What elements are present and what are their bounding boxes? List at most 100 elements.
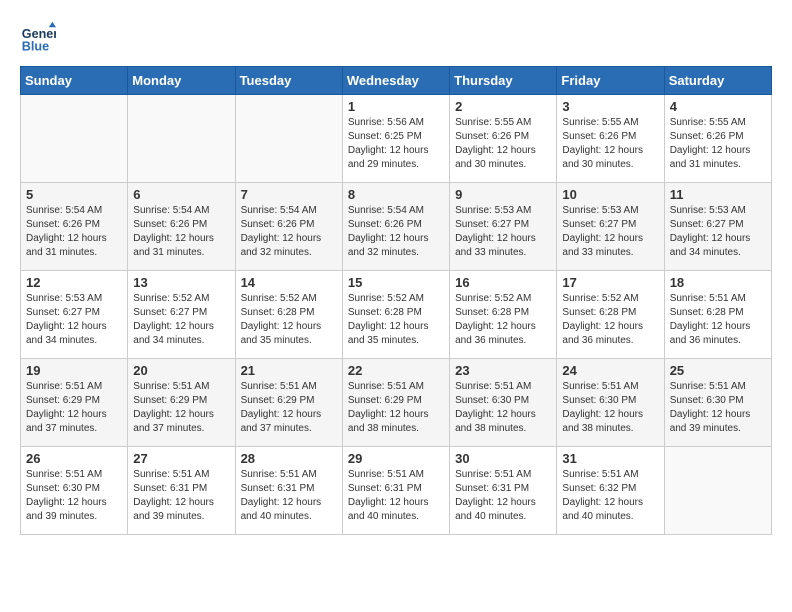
weekday-header-row: SundayMondayTuesdayWednesdayThursdayFrid… <box>21 67 772 95</box>
day-info: Sunrise: 5:51 AM Sunset: 6:32 PM Dayligh… <box>562 468 658 524</box>
day-info: Sunrise: 5:54 AM Sunset: 6:26 PM Dayligh… <box>241 204 337 260</box>
day-info: Sunrise: 5:54 AM Sunset: 6:26 PM Dayligh… <box>133 204 229 260</box>
day-number: 15 <box>348 275 444 290</box>
weekday-header-monday: Monday <box>128 67 235 95</box>
calendar-cell: 9Sunrise: 5:53 AM Sunset: 6:27 PM Daylig… <box>450 183 557 271</box>
day-number: 10 <box>562 187 658 202</box>
calendar-cell: 11Sunrise: 5:53 AM Sunset: 6:27 PM Dayli… <box>664 183 771 271</box>
day-number: 13 <box>133 275 229 290</box>
calendar-cell <box>21 95 128 183</box>
calendar-cell: 5 Sunrise: 5:54 AM Sunset: 6:26 PM Daylig… <box>21 183 128 271</box>
calendar-cell: 28 Sunrise: 5:51 AM Sunset: 6:31 PM Dayli… <box>235 447 342 535</box>
day-info: Sunrise: 5:51 AM Sunset: 6:29 PM Dayligh… <box>133 380 229 436</box>
day-info: Sunrise: 5:51 AM Sunset: 6:30 PM Dayligh… <box>26 468 122 524</box>
day-number: 28 <box>241 451 337 466</box>
calendar-cell: 7 Sunrise: 5:54 AM Sunset: 6:26 PM Daylig… <box>235 183 342 271</box>
calendar-cell: 16 Sunrise: 5:52 AM Sunset: 6:28 PM Dayli… <box>450 271 557 359</box>
day-info: Sunrise: 5:51 AM Sunset: 6:29 PM Dayligh… <box>348 380 444 436</box>
calendar-cell: 24 Sunrise: 5:51 AM Sunset: 6:30 PM Dayli… <box>557 359 664 447</box>
calendar-cell: 23 Sunrise: 5:51 AM Sunset: 6:30 PM Dayli… <box>450 359 557 447</box>
day-number: 27 <box>133 451 229 466</box>
calendar-cell <box>664 447 771 535</box>
day-info: Sunrise: 5:52 AM Sunset: 6:28 PM Dayligh… <box>348 292 444 348</box>
day-number: 5 <box>26 187 122 202</box>
day-number: 16 <box>455 275 551 290</box>
day-number: 22 <box>348 363 444 378</box>
weekday-header-saturday: Saturday <box>664 67 771 95</box>
calendar-cell: 8 Sunrise: 5:54 AM Sunset: 6:26 PM Daylig… <box>342 183 449 271</box>
day-number: 7 <box>241 187 337 202</box>
day-info: Sunrise: 5:53 AM Sunset: 6:27 PM Dayligh… <box>562 204 658 260</box>
calendar-cell: 21Sunrise: 5:51 AM Sunset: 6:29 PM Dayli… <box>235 359 342 447</box>
day-number: 1 <box>348 99 444 114</box>
day-number: 19 <box>26 363 122 378</box>
day-number: 3 <box>562 99 658 114</box>
calendar-cell: 13 Sunrise: 5:52 AM Sunset: 6:27 PM Dayli… <box>128 271 235 359</box>
day-info: Sunrise: 5:52 AM Sunset: 6:28 PM Dayligh… <box>241 292 337 348</box>
calendar-cell: 27Sunrise: 5:51 AM Sunset: 6:31 PM Dayli… <box>128 447 235 535</box>
weekday-header-wednesday: Wednesday <box>342 67 449 95</box>
day-number: 24 <box>562 363 658 378</box>
day-number: 8 <box>348 187 444 202</box>
calendar-week-2: 5 Sunrise: 5:54 AM Sunset: 6:26 PM Daylig… <box>21 183 772 271</box>
day-info: Sunrise: 5:52 AM Sunset: 6:28 PM Dayligh… <box>562 292 658 348</box>
calendar-cell: 26 Sunrise: 5:51 AM Sunset: 6:30 PM Dayli… <box>21 447 128 535</box>
day-info: Sunrise: 5:51 AM Sunset: 6:29 PM Dayligh… <box>241 380 337 436</box>
calendar-cell: 4 Sunrise: 5:55 AM Sunset: 6:26 PM Daylig… <box>664 95 771 183</box>
calendar-cell <box>235 95 342 183</box>
day-info: Sunrise: 5:51 AM Sunset: 6:30 PM Dayligh… <box>670 380 766 436</box>
weekday-header-tuesday: Tuesday <box>235 67 342 95</box>
day-number: 23 <box>455 363 551 378</box>
weekday-header-sunday: Sunday <box>21 67 128 95</box>
day-info: Sunrise: 5:56 AM Sunset: 6:25 PM Dayligh… <box>348 116 444 172</box>
calendar-week-4: 19 Sunrise: 5:51 AM Sunset: 6:29 PM Dayli… <box>21 359 772 447</box>
day-info: Sunrise: 5:55 AM Sunset: 6:26 PM Dayligh… <box>670 116 766 172</box>
day-number: 6 <box>133 187 229 202</box>
calendar-cell: 30 Sunrise: 5:51 AM Sunset: 6:31 PM Dayli… <box>450 447 557 535</box>
day-info: Sunrise: 5:53 AM Sunset: 6:27 PM Dayligh… <box>26 292 122 348</box>
calendar-cell: 15 Sunrise: 5:52 AM Sunset: 6:28 PM Dayli… <box>342 271 449 359</box>
logo: General Blue <box>20 20 60 56</box>
day-info: Sunrise: 5:52 AM Sunset: 6:28 PM Dayligh… <box>455 292 551 348</box>
day-info: Sunrise: 5:51 AM Sunset: 6:31 PM Dayligh… <box>348 468 444 524</box>
day-number: 26 <box>26 451 122 466</box>
day-number: 11 <box>670 187 766 202</box>
calendar-week-1: 1 Sunrise: 5:56 AM Sunset: 6:25 PM Daylig… <box>21 95 772 183</box>
day-info: Sunrise: 5:52 AM Sunset: 6:27 PM Dayligh… <box>133 292 229 348</box>
svg-text:Blue: Blue <box>22 40 49 54</box>
day-info: Sunrise: 5:51 AM Sunset: 6:31 PM Dayligh… <box>455 468 551 524</box>
day-number: 29 <box>348 451 444 466</box>
day-number: 4 <box>670 99 766 114</box>
calendar-cell: 19 Sunrise: 5:51 AM Sunset: 6:29 PM Dayli… <box>21 359 128 447</box>
calendar-cell: 17Sunrise: 5:52 AM Sunset: 6:28 PM Dayli… <box>557 271 664 359</box>
logo-icon: General Blue <box>20 20 56 56</box>
calendar-cell: 6 Sunrise: 5:54 AM Sunset: 6:26 PM Daylig… <box>128 183 235 271</box>
calendar-cell: 25 Sunrise: 5:51 AM Sunset: 6:30 PM Dayli… <box>664 359 771 447</box>
page-header: General Blue <box>20 20 772 56</box>
calendar-cell: 10 Sunrise: 5:53 AM Sunset: 6:27 PM Dayli… <box>557 183 664 271</box>
calendar-week-5: 26 Sunrise: 5:51 AM Sunset: 6:30 PM Dayli… <box>21 447 772 535</box>
day-number: 31 <box>562 451 658 466</box>
calendar-week-3: 12 Sunrise: 5:53 AM Sunset: 6:27 PM Dayli… <box>21 271 772 359</box>
calendar-cell: 3Sunrise: 5:55 AM Sunset: 6:26 PM Daylig… <box>557 95 664 183</box>
weekday-header-friday: Friday <box>557 67 664 95</box>
day-number: 20 <box>133 363 229 378</box>
calendar-cell: 22 Sunrise: 5:51 AM Sunset: 6:29 PM Dayli… <box>342 359 449 447</box>
day-info: Sunrise: 5:55 AM Sunset: 6:26 PM Dayligh… <box>455 116 551 172</box>
day-info: Sunrise: 5:51 AM Sunset: 6:30 PM Dayligh… <box>562 380 658 436</box>
day-number: 25 <box>670 363 766 378</box>
calendar-cell: 2 Sunrise: 5:55 AM Sunset: 6:26 PM Daylig… <box>450 95 557 183</box>
day-number: 12 <box>26 275 122 290</box>
day-info: Sunrise: 5:51 AM Sunset: 6:30 PM Dayligh… <box>455 380 551 436</box>
day-info: Sunrise: 5:54 AM Sunset: 6:26 PM Dayligh… <box>348 204 444 260</box>
day-info: Sunrise: 5:51 AM Sunset: 6:31 PM Dayligh… <box>241 468 337 524</box>
calendar-cell: 12 Sunrise: 5:53 AM Sunset: 6:27 PM Dayli… <box>21 271 128 359</box>
day-number: 2 <box>455 99 551 114</box>
day-number: 30 <box>455 451 551 466</box>
calendar-table: SundayMondayTuesdayWednesdayThursdayFrid… <box>20 66 772 535</box>
day-info: Sunrise: 5:51 AM Sunset: 6:29 PM Dayligh… <box>26 380 122 436</box>
day-info: Sunrise: 5:54 AM Sunset: 6:26 PM Dayligh… <box>26 204 122 260</box>
weekday-header-thursday: Thursday <box>450 67 557 95</box>
calendar-cell: 31 Sunrise: 5:51 AM Sunset: 6:32 PM Dayli… <box>557 447 664 535</box>
day-info: Sunrise: 5:53 AM Sunset: 6:27 PM Dayligh… <box>455 204 551 260</box>
